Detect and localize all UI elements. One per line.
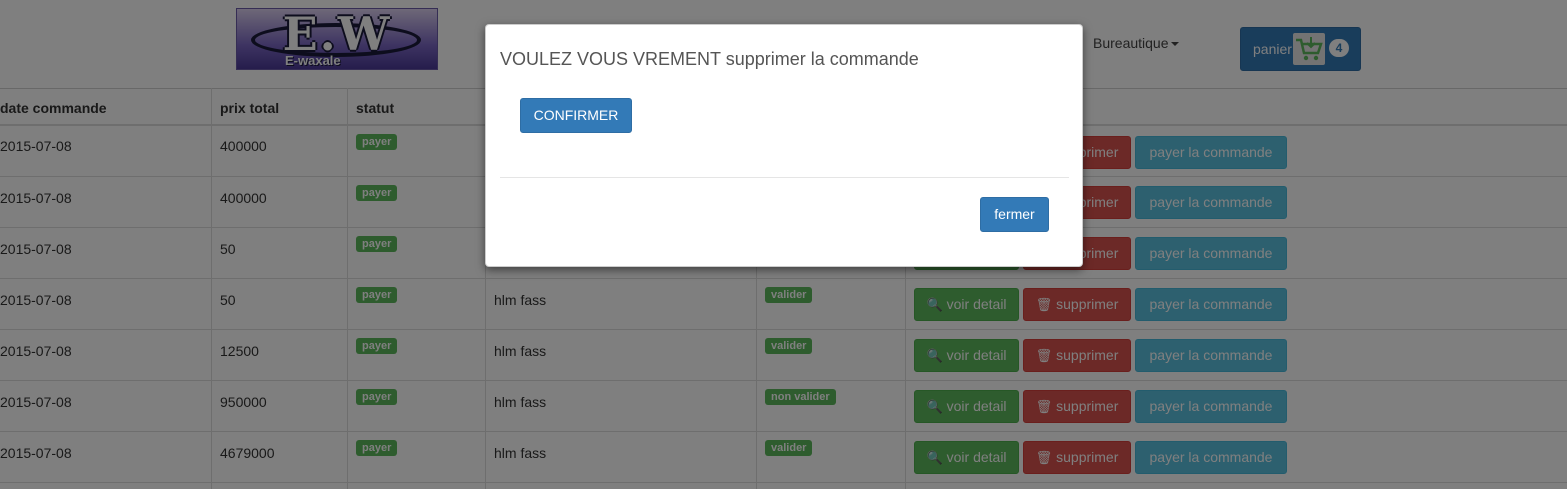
- confirm-button[interactable]: CONFIRMER: [520, 98, 632, 133]
- confirm-delete-modal: VOULEZ VOUS VREMENT supprimer la command…: [485, 24, 1083, 267]
- page: E.W E-waxale Bureautique panier 4 date c…: [0, 0, 1567, 489]
- modal-divider: [500, 177, 1069, 178]
- close-button[interactable]: fermer: [980, 197, 1049, 232]
- modal-title: VOULEZ VOUS VREMENT supprimer la command…: [500, 49, 919, 69]
